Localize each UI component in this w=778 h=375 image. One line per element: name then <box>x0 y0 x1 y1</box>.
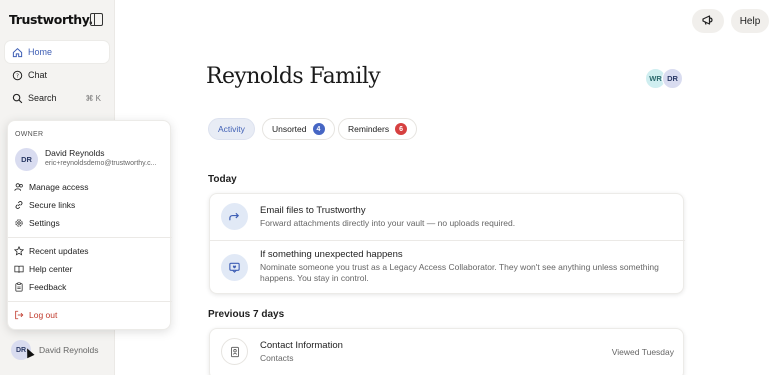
help-button[interactable]: Help <box>731 9 769 33</box>
tab-unsorted[interactable]: Unsorted 4 <box>262 118 335 140</box>
collapse-sidebar-icon[interactable] <box>90 13 103 26</box>
svg-text:?: ? <box>16 73 19 79</box>
sidebar-item-label: Chat <box>28 70 48 80</box>
menu-item-label: Log out <box>29 309 58 320</box>
megaphone-icon <box>701 13 715 30</box>
people-icon <box>14 182 24 192</box>
menu-item-help-center[interactable]: Help center <box>14 261 164 276</box>
menu-item-label: Manage access <box>29 181 89 192</box>
count-badge: 6 <box>395 123 408 135</box>
item-description: Forward attachments directly into your v… <box>260 218 516 228</box>
item-title: If something unexpected happens <box>260 249 403 260</box>
list-item[interactable]: Email files to Trustworthy Forward attac… <box>210 194 685 240</box>
member-avatars[interactable]: WR DR <box>645 68 683 89</box>
menu-item-settings[interactable]: Settings <box>14 215 164 230</box>
sidebar-item-label: Home <box>28 47 53 57</box>
account-menu: OWNER DR David Reynolds eric+reynoldsdem… <box>7 120 172 330</box>
tab-reminders[interactable]: Reminders 6 <box>338 118 418 140</box>
section-title-today: Today <box>208 174 237 185</box>
chat-icon: ? <box>12 70 23 81</box>
sidebar-item-label: Search <box>28 93 57 103</box>
menu-divider <box>8 301 172 302</box>
gear-icon <box>14 218 24 228</box>
page-title: Reynolds Family <box>206 64 381 89</box>
section-title-previous: Previous 7 days <box>208 309 285 320</box>
announcements-button[interactable] <box>692 9 724 33</box>
contact-card-icon <box>221 338 248 365</box>
tab-label: Activity <box>218 124 245 134</box>
link-icon <box>14 200 24 210</box>
tab-activity[interactable]: Activity <box>208 118 255 140</box>
shield-message-icon <box>221 254 248 281</box>
avatar: DR <box>662 68 683 89</box>
sidebar-item-home[interactable]: Home <box>5 41 109 63</box>
search-icon <box>12 93 23 104</box>
menu-item-label: Recent updates <box>29 245 89 256</box>
sidebar-item-search[interactable]: Search ⌘ K <box>5 87 109 109</box>
menu-item-feedback[interactable]: Feedback <box>14 279 164 294</box>
menu-item-label: Secure links <box>29 199 76 210</box>
app-logo[interactable]: Trustworthy. <box>9 12 93 27</box>
menu-item-label: Feedback <box>29 281 67 292</box>
menu-item-log-out[interactable]: Log out <box>14 307 164 322</box>
item-description: Nominate someone you trust as a Legacy A… <box>260 262 659 283</box>
account-name: David Reynolds <box>39 345 99 355</box>
count-badge: 4 <box>312 123 325 135</box>
star-icon <box>14 245 24 256</box>
item-title: Contact Information <box>260 340 343 351</box>
previous-card: Contact Information Contacts Viewed Tues… <box>209 328 684 375</box>
menu-item-secure-links[interactable]: Secure links <box>14 197 164 212</box>
menu-section-label: OWNER <box>15 131 44 138</box>
shortcut-hint: ⌘ K <box>85 93 101 103</box>
home-icon <box>12 47 23 58</box>
tab-label: Unsorted <box>272 124 307 134</box>
menu-item-label: Help center <box>29 263 73 274</box>
sidebar-item-chat[interactable]: ? Chat <box>5 64 109 86</box>
clipboard-icon <box>14 282 24 292</box>
menu-item-recent-updates[interactable]: Recent updates <box>14 243 164 258</box>
today-card: Email files to Trustworthy Forward attac… <box>209 193 685 295</box>
menu-item-label: Settings <box>29 217 60 228</box>
menu-user-name: David Reynolds <box>45 148 105 158</box>
item-title: Email files to Trustworthy <box>260 205 366 216</box>
list-item[interactable]: Contact Information Contacts Viewed Tues… <box>210 329 685 375</box>
logout-icon <box>14 310 24 320</box>
book-icon <box>14 264 24 274</box>
tab-label: Reminders <box>348 124 390 134</box>
forward-arrow-icon <box>221 203 248 230</box>
list-item[interactable]: If something unexpected happens Nominate… <box>210 241 685 295</box>
menu-item-manage-access[interactable]: Manage access <box>14 179 164 194</box>
menu-divider <box>8 237 172 238</box>
viewed-timestamp: Viewed Tuesday <box>611 347 674 357</box>
item-subtitle: Contacts <box>260 353 294 363</box>
avatar: DR <box>15 148 38 171</box>
menu-user-email: eric+reynoldsdemo@trustworthy.c... <box>45 160 157 167</box>
